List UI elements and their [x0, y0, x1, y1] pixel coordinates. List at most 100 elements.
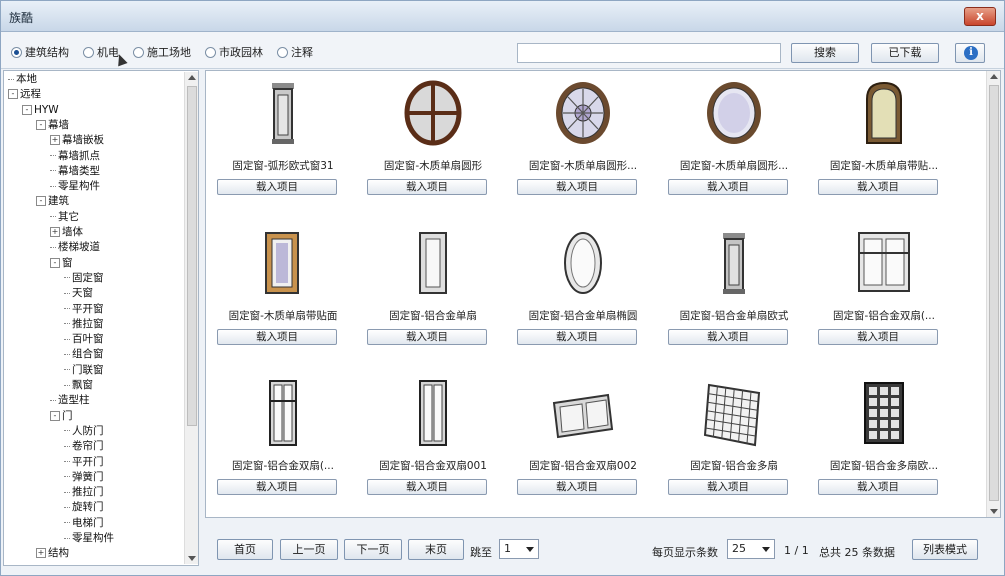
load-into-project-button[interactable]: 载入项目 [517, 329, 637, 345]
load-into-project-button[interactable]: 载入项目 [367, 329, 487, 345]
expand-icon[interactable]: + [36, 548, 46, 559]
load-into-project-button[interactable]: 载入项目 [517, 479, 637, 495]
tree-item[interactable]: - HYW [22, 104, 59, 116]
expand-icon[interactable]: + [50, 227, 60, 237]
first-page-button[interactable]: 首页 [217, 539, 273, 560]
wood-trim-window-icon[interactable] [248, 225, 318, 301]
tree-item[interactable]: - 建筑 [36, 195, 69, 207]
grid-multi-window-icon[interactable] [699, 375, 769, 451]
tree-item[interactable]: 固定窗 [64, 272, 104, 284]
collapse-icon[interactable]: - [36, 196, 46, 207]
dark-grid-window-icon[interactable] [849, 375, 919, 451]
collapse-icon[interactable]: - [50, 257, 60, 268]
radio-dot-icon[interactable] [11, 46, 22, 58]
last-page-button[interactable]: 末页 [408, 539, 464, 560]
tree-item[interactable]: -窗 [50, 257, 73, 269]
radio-option[interactable]: 机电 [83, 44, 119, 60]
aluminum-single-window-icon[interactable] [398, 225, 468, 301]
grid-scrollbar[interactable] [986, 71, 1000, 517]
collapse-icon[interactable]: - [8, 89, 18, 100]
tree-item[interactable]: 卷帘门 [64, 440, 104, 452]
radio-dot-icon[interactable] [277, 46, 288, 58]
double-pane-window-icon[interactable] [849, 225, 919, 301]
double-sash-window-icon[interactable] [398, 375, 468, 451]
family-card[interactable]: 固定窗-铝合金单扇 载入项目 [360, 223, 506, 363]
tree-item[interactable]: -门 [50, 410, 73, 422]
tree-item[interactable]: 幕墙类型 [50, 165, 100, 177]
tree-item[interactable]: + 墙体 [50, 226, 83, 238]
round-plain-window-icon[interactable] [699, 75, 769, 151]
tall-double-window-icon[interactable] [248, 375, 318, 451]
collapse-icon[interactable]: - [50, 410, 60, 421]
tree-item[interactable]: 平开门 [64, 456, 104, 468]
tree-item[interactable]: 零星构件 [50, 180, 100, 192]
tree-item[interactable]: 天窗 [64, 287, 93, 299]
tree-item[interactable]: - 远程 [8, 88, 41, 100]
load-into-project-button[interactable]: 载入项目 [367, 179, 487, 195]
tree-item[interactable]: 造型柱 [50, 394, 90, 406]
radio-option[interactable]: 市政园林 [205, 44, 263, 60]
oval-window-icon[interactable] [548, 225, 618, 301]
round-decor-window-icon[interactable] [548, 75, 618, 151]
tree-item[interactable]: 门联窗 [64, 364, 104, 376]
tree-item[interactable]: 飘窗 [64, 379, 93, 391]
load-into-project-button[interactable]: 载入项目 [818, 329, 938, 345]
scroll-up-icon[interactable] [990, 74, 998, 79]
tree-item[interactable]: 零星构件 [64, 532, 114, 544]
load-into-project-button[interactable]: 载入项目 [818, 479, 938, 495]
scroll-up-icon[interactable] [188, 75, 196, 80]
tree-item[interactable]: 幕墙抓点 [50, 150, 100, 162]
load-into-project-button[interactable]: 载入项目 [517, 179, 637, 195]
family-card[interactable]: 固定窗-铝合金双扇(... 载入项目 [210, 373, 356, 513]
euro-aluminum-window-icon[interactable] [699, 225, 769, 301]
radio-dot-icon[interactable] [205, 46, 216, 58]
tree-scrollbar[interactable] [184, 72, 198, 564]
tree-item[interactable]: 弹簧门 [64, 471, 104, 483]
round-cross-window-icon[interactable] [398, 75, 468, 151]
load-into-project-button[interactable]: 载入项目 [367, 479, 487, 495]
tree-item[interactable]: - 幕墙 [36, 119, 69, 131]
tree-item[interactable]: 人防门 [64, 425, 104, 437]
family-card[interactable]: 固定窗-铝合金多扇 载入项目 [661, 373, 807, 513]
load-into-project-button[interactable]: 载入项目 [217, 329, 337, 345]
tree-item[interactable]: 楼梯坡道 [50, 241, 100, 253]
tree-item[interactable]: 百叶窗 [64, 333, 104, 345]
family-card[interactable]: 固定窗-铝合金单扇欧式 载入项目 [661, 223, 807, 363]
prev-page-button[interactable]: 上一页 [280, 539, 338, 560]
family-card[interactable]: 固定窗-弧形欧式窗31 载入项目 [210, 73, 356, 213]
tree-item[interactable]: 其它 [50, 211, 79, 223]
tree-item[interactable]: 推拉门 [64, 486, 104, 498]
expand-icon[interactable]: + [50, 135, 60, 146]
per-page-select[interactable]: 25 [727, 539, 775, 559]
radio-dot-icon[interactable] [133, 46, 144, 58]
info-button[interactable]: i [955, 43, 985, 63]
family-card[interactable]: 固定窗-铝合金双扇(... 载入项目 [811, 223, 957, 363]
family-card[interactable]: 固定窗-木质单扇带贴... 载入项目 [811, 73, 957, 213]
tree-item[interactable]: 旋转门 [64, 501, 104, 513]
tree-item[interactable]: + 幕墙嵌板 [50, 134, 104, 146]
goto-page-select[interactable]: 1 [499, 539, 539, 559]
collapse-icon[interactable]: - [22, 104, 32, 115]
scroll-down-icon[interactable] [188, 556, 196, 561]
radio-option[interactable]: 注释 [277, 44, 313, 60]
arched-euro-window-icon[interactable] [248, 75, 318, 151]
radio-dot-icon[interactable] [83, 46, 94, 58]
close-button[interactable]: x [964, 7, 996, 26]
family-card[interactable]: 固定窗-铝合金双扇002 载入项目 [510, 373, 656, 513]
family-card[interactable]: 固定窗-铝合金多扇欧... 载入项目 [811, 373, 957, 513]
load-into-project-button[interactable]: 载入项目 [217, 179, 337, 195]
load-into-project-button[interactable]: 载入项目 [668, 179, 788, 195]
tree-item[interactable]: 平开窗 [64, 303, 104, 315]
tree-scroll-thumb[interactable] [187, 86, 197, 426]
radio-option[interactable]: 建筑结构 [11, 44, 69, 60]
family-card[interactable]: 固定窗-铝合金双扇001 载入项目 [360, 373, 506, 513]
tree-item[interactable]: 本地 [8, 73, 37, 85]
search-button[interactable]: 搜索 [791, 43, 859, 63]
tree-item[interactable]: + 结构 [36, 547, 69, 559]
radio-option[interactable]: 施工场地 [133, 44, 191, 60]
family-card[interactable]: 固定窗-木质单扇圆形 载入项目 [360, 73, 506, 213]
family-card[interactable]: 固定窗-木质单扇带贴面 载入项目 [210, 223, 356, 363]
horizontal-double-window-icon[interactable] [548, 375, 618, 451]
scroll-down-icon[interactable] [990, 509, 998, 514]
arched-wood-window-icon[interactable] [849, 75, 919, 151]
